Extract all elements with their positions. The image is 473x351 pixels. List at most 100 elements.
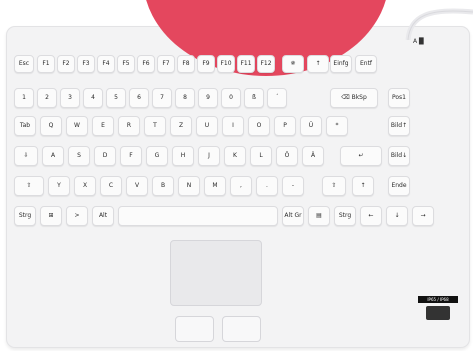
- key-m: M: [204, 176, 226, 196]
- rating-label: IP65 / IP68: [418, 296, 458, 320]
- key-label: ,: [240, 182, 242, 189]
- label-icon: [426, 306, 450, 320]
- key-r4k9: .: [256, 176, 278, 196]
- key-r5k10: →: [412, 206, 434, 226]
- key-alt: Alt: [92, 206, 114, 226]
- key-k: K: [224, 146, 246, 166]
- key-r5k9: ↓: [386, 206, 408, 226]
- key-f1: F1: [37, 55, 55, 73]
- key-label: ←: [368, 212, 374, 219]
- key-bksp: ⌫ BkSp: [330, 88, 378, 108]
- key-label: Bild↑: [390, 122, 408, 129]
- key-label: Strg: [338, 212, 352, 219]
- key-f8: F8: [177, 55, 195, 73]
- key-p: P: [274, 116, 296, 136]
- key-l: L: [250, 146, 272, 166]
- key-tab: Tab: [14, 116, 36, 136]
- key-g: G: [146, 146, 168, 166]
- key-label: F12: [260, 60, 272, 67]
- key-label: F2: [62, 60, 70, 67]
- key-strg: Strg: [334, 206, 356, 226]
- photo: A █ Esc F1 F2 F3 F4 F5 F6 F7 F8 F9 F10 F11 F12 ✵ ↑ Einf…: [0, 0, 473, 351]
- key-2: 2: [37, 88, 57, 108]
- key-label: ß: [252, 94, 256, 101]
- key-r3k11: Ä: [302, 146, 324, 166]
- key-alt-gr: Alt Gr: [282, 206, 304, 226]
- key-label: S: [77, 152, 81, 159]
- key-label: F5: [122, 60, 130, 67]
- key-c: C: [100, 176, 122, 196]
- key-1: 1: [14, 88, 34, 108]
- key-label: Entf: [359, 60, 373, 67]
- key-r3k12: ↵: [340, 146, 382, 166]
- key-r2k12: *: [326, 116, 348, 136]
- key-o: O: [248, 116, 270, 136]
- key-label: T: [153, 122, 157, 129]
- key-entf: Entf: [355, 55, 377, 73]
- key-label: Alt Gr: [284, 212, 302, 219]
- key-label: M: [212, 182, 218, 189]
- key-label: 5: [114, 94, 118, 101]
- key-label: ⊞: [48, 212, 54, 219]
- key-n: N: [178, 176, 200, 196]
- key-label: →: [420, 212, 426, 219]
- touchpad-left-button: [175, 316, 214, 342]
- key-label: D: [102, 152, 108, 159]
- key-label: F9: [202, 60, 210, 67]
- key-einfg: Einfg: [330, 55, 352, 73]
- key-label: L: [259, 152, 263, 159]
- key-label: F6: [142, 60, 150, 67]
- key-7: 7: [152, 88, 172, 108]
- key-f3: F3: [77, 55, 95, 73]
- key-label: Ä: [310, 152, 316, 159]
- key-bild: Bild↓: [388, 146, 410, 166]
- key-label: ⇩: [23, 152, 29, 159]
- key-u: U: [196, 116, 218, 136]
- key-q: Q: [40, 116, 62, 136]
- key-space: [118, 206, 278, 226]
- key-r0k14: ↑: [307, 55, 329, 73]
- key-esc: Esc: [14, 55, 34, 73]
- key-label: .: [266, 182, 268, 189]
- key-label: 2: [45, 94, 49, 101]
- key-label: Esc: [18, 60, 30, 67]
- key-label: K: [233, 152, 237, 159]
- key-label: 3: [68, 94, 72, 101]
- key-9: 9: [198, 88, 218, 108]
- touchpad: [170, 240, 262, 306]
- key-4: 4: [83, 88, 103, 108]
- key-f9: F9: [197, 55, 215, 73]
- key-label: F1: [42, 60, 50, 67]
- key-6: 6: [129, 88, 149, 108]
- key-label: >: [74, 212, 80, 219]
- key-3: 3: [60, 88, 80, 108]
- key-f5: F5: [117, 55, 135, 73]
- key-label: F: [129, 152, 133, 159]
- key-0: 0: [221, 88, 241, 108]
- key-label: N: [186, 182, 192, 189]
- key-r1k11: ´: [267, 88, 287, 108]
- key-label: Tab: [19, 122, 31, 129]
- key-f10: F10: [217, 55, 235, 73]
- key-i: I: [222, 116, 244, 136]
- usb-cable: [405, 8, 473, 40]
- key-f6: F6: [137, 55, 155, 73]
- key-label: ↑: [315, 60, 321, 67]
- key-y: Y: [48, 176, 70, 196]
- key-label: Z: [178, 122, 184, 129]
- key-label: 0: [229, 94, 233, 101]
- key-strg: Strg: [14, 206, 36, 226]
- key-label: *: [335, 122, 339, 129]
- key-label: ´: [275, 94, 279, 101]
- key-label: ✵: [290, 60, 296, 67]
- touchpad-right-button: [222, 316, 261, 342]
- key-label: R: [126, 122, 132, 129]
- key-z: Z: [170, 116, 192, 136]
- key-label: Q: [48, 122, 54, 129]
- key-label: H: [180, 152, 186, 159]
- key-label: F8: [182, 60, 190, 67]
- key-r5k1: ⊞: [40, 206, 62, 226]
- key-label: Pos1: [391, 94, 407, 101]
- key-f11: F11: [237, 55, 255, 73]
- key-label: X: [82, 182, 88, 189]
